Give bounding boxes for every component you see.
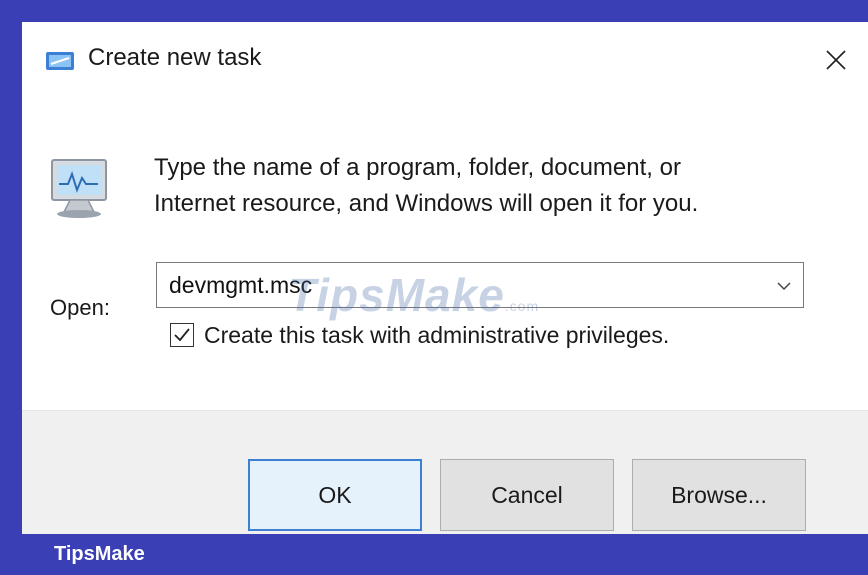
ok-button[interactable]: OK — [248, 459, 422, 531]
browse-button[interactable]: Browse... — [632, 459, 806, 531]
close-button[interactable] — [804, 32, 868, 88]
create-task-dialog: Create new task Type the name of a progr… — [22, 22, 868, 534]
instruction-line-2: Internet resource, and Windows will open… — [154, 190, 699, 217]
instruction-line-1: Type the name of a program, folder, docu… — [154, 154, 681, 181]
title-bar: Create new task — [22, 22, 868, 100]
cancel-button[interactable]: Cancel — [440, 459, 614, 531]
monitor-icon — [51, 159, 107, 218]
open-input[interactable]: devmgmt.msc — [169, 272, 312, 299]
open-combobox[interactable]: devmgmt.msc — [156, 262, 804, 308]
dialog-body: Type the name of a program, folder, docu… — [22, 100, 868, 410]
open-label: Open: — [50, 295, 110, 320]
brand-bar: TipsMake — [0, 534, 868, 575]
checkmark-icon — [174, 328, 190, 342]
run-dialog-icon — [46, 52, 74, 70]
close-icon — [826, 50, 846, 70]
button-bar: OK Cancel Browse... — [22, 410, 868, 534]
admin-checkbox-label[interactable]: Create this task with administrative pri… — [204, 322, 669, 349]
brand-logo-text: TipsMake — [54, 543, 145, 565]
admin-checkbox[interactable] — [170, 323, 194, 347]
instruction-text: Type the name of a program, folder, docu… — [154, 150, 834, 222]
dialog-title: Create new task — [88, 44, 262, 71]
chevron-down-icon[interactable] — [775, 277, 793, 295]
